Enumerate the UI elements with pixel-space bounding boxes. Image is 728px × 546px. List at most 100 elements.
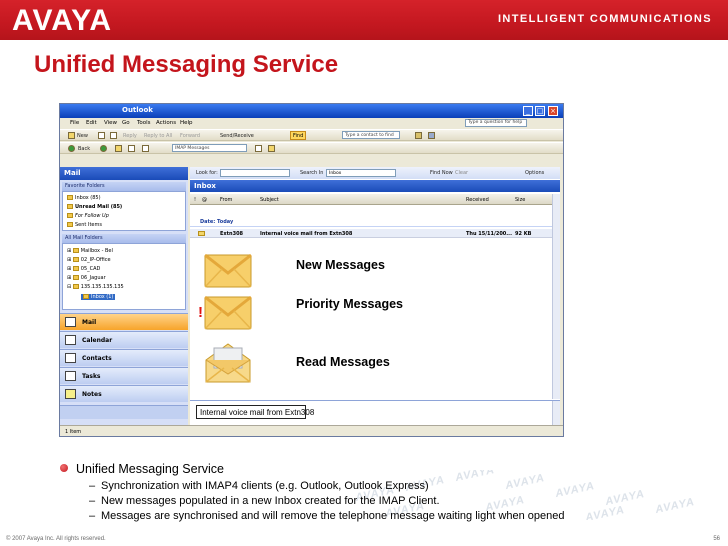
standard-toolbar: New Reply Reply to All Forward Send/Rece…: [60, 129, 563, 141]
folder-selector[interactable]: IMAP Messages: [172, 144, 247, 152]
refresh-icon[interactable]: [142, 145, 149, 152]
sub-bullet-1: – Synchronization with IMAP4 clients (e.g…: [89, 480, 429, 492]
folder-icon: [72, 284, 79, 289]
favorite-follow-up[interactable]: For Follow Up: [67, 213, 109, 219]
help-search-input[interactable]: Type a question for help: [465, 119, 527, 127]
reading-pane: Internal voice mail from Extn308: [190, 400, 560, 425]
sub-bullet-2: – New messages populated in a new Inbox c…: [89, 495, 440, 507]
stop-icon[interactable]: [128, 145, 135, 152]
menu-file[interactable]: File: [70, 120, 79, 126]
nav-mail-button[interactable]: Mail: [60, 313, 188, 330]
nav-calendar-button[interactable]: Calendar: [60, 331, 188, 348]
nav-notes-button[interactable]: Notes: [60, 385, 188, 402]
main-bullet: Unified Messaging Service: [60, 462, 224, 476]
folder-icon: [83, 294, 89, 299]
message-received: Thu 15/11/200...: [466, 231, 512, 237]
favorite-inbox[interactable]: Inbox (85): [67, 195, 101, 201]
inbox-header: Inbox: [190, 180, 560, 192]
group-header-today[interactable]: Date: Today: [190, 217, 560, 227]
favorite-unread-mail[interactable]: Unread Mail (85): [67, 204, 122, 210]
maximize-button[interactable]: □: [535, 106, 545, 116]
folder-icon: [67, 213, 73, 218]
view-icon[interactable]: [255, 145, 262, 152]
message-list-pane: Look for: Search In Inbox Find Now Clear…: [190, 167, 560, 425]
navigation-pane: Mail Favorite Folders Inbox (85) Unread …: [60, 167, 188, 425]
mail-icon: [65, 317, 76, 327]
folder-icon: [67, 195, 73, 200]
reply-all-button[interactable]: Reply to All: [144, 133, 172, 139]
help-icon[interactable]: [428, 132, 435, 139]
look-for-label: Look for:: [196, 170, 218, 176]
folder-ip-office[interactable]: ⊞ 02_IP-Office: [67, 257, 111, 263]
attachment-column-icon[interactable]: @: [202, 197, 207, 203]
folder-jaguar[interactable]: ⊞ 06_Jaguar: [67, 275, 106, 281]
status-bar: 1 Item: [60, 425, 563, 436]
new-message-envelope-icon: [204, 253, 252, 291]
window-titlebar: Outlook _ □ ×: [60, 104, 563, 118]
folder-icon: [72, 257, 79, 262]
slide-title: Unified Messaging Service: [34, 51, 339, 78]
back-button[interactable]: Back: [78, 146, 90, 152]
find-bar: Look for: Search In Inbox Find Now Clear…: [190, 167, 560, 179]
header-tagline: INTELLIGENT COMMUNICATIONS: [497, 13, 712, 25]
column-from[interactable]: From: [220, 197, 232, 203]
delete-icon[interactable]: [110, 132, 117, 139]
nav-tasks-button[interactable]: Tasks: [60, 367, 188, 384]
print-icon[interactable]: [98, 132, 105, 139]
nav-contacts-button[interactable]: Contacts: [60, 349, 188, 366]
column-size[interactable]: Size: [515, 197, 525, 203]
back-icon[interactable]: [68, 145, 75, 152]
menu-bar: File Edit View Go Tools Actions Help Typ…: [60, 118, 563, 129]
favorite-folders-label: Favorite Folders: [62, 182, 186, 191]
find-contact-input[interactable]: Type a contact to find: [342, 131, 400, 139]
search-in-select[interactable]: Inbox: [326, 169, 396, 177]
forward-nav-icon[interactable]: [100, 145, 107, 152]
menu-go[interactable]: Go: [122, 120, 130, 126]
folder-icon: [72, 248, 79, 253]
menu-tools[interactable]: Tools: [137, 120, 151, 126]
column-subject[interactable]: Subject: [260, 197, 279, 203]
read-message-envelope-icon: [204, 340, 252, 386]
forward-button[interactable]: Forward: [180, 133, 200, 139]
new-button[interactable]: New: [77, 133, 88, 139]
calendar-icon: [65, 335, 76, 345]
clear-button[interactable]: Clear: [455, 170, 468, 176]
find-now-button[interactable]: Find Now: [430, 170, 453, 176]
menu-help[interactable]: Help: [180, 120, 193, 126]
folder-imap-server[interactable]: ⊟ 135.135.135.135: [67, 284, 124, 290]
note-icon[interactable]: [268, 145, 275, 152]
folder-icon: [72, 266, 79, 271]
find-button[interactable]: Find: [290, 131, 307, 140]
options-button[interactable]: Options: [525, 170, 544, 176]
close-button[interactable]: ×: [548, 106, 558, 116]
minimize-button[interactable]: _: [523, 106, 533, 116]
send-receive-button[interactable]: Send/Receive: [220, 133, 254, 139]
menu-edit[interactable]: Edit: [86, 120, 97, 126]
folder-cad[interactable]: ⊞ 05_CAD: [67, 266, 100, 272]
message-subject: Internal voice mail from Extn308: [260, 231, 353, 237]
search-in-button[interactable]: Search In: [300, 170, 323, 176]
window-title: Outlook: [122, 106, 153, 114]
column-received[interactable]: Received: [466, 197, 489, 203]
message-row[interactable]: Extn308 Internal voice mail from Extn308…: [190, 229, 560, 238]
folder-imap-inbox[interactable]: Inbox (1): [81, 294, 116, 300]
folder-icon[interactable]: [115, 145, 122, 152]
importance-column-icon[interactable]: !: [194, 197, 196, 203]
favorite-sent-items[interactable]: Sent Items: [67, 222, 102, 228]
navigation-toolbar: Back IMAP Messages: [60, 142, 563, 154]
address-book-icon[interactable]: [415, 132, 422, 139]
preview-subject: Internal voice mail from Extn308: [196, 405, 314, 419]
header-banner: AVAYA INTELLIGENT COMMUNICATIONS: [0, 0, 728, 40]
nav-shortcuts-bar: [60, 405, 188, 419]
folder-mailbox[interactable]: ⊞ Mailbox - Bel: [67, 248, 113, 254]
menu-view[interactable]: View: [104, 120, 117, 126]
unread-envelope-icon: [198, 231, 205, 236]
reply-button[interactable]: Reply: [123, 133, 137, 139]
reading-pane-scrollbar[interactable]: [552, 401, 560, 425]
folder-icon: [72, 275, 79, 280]
look-for-input[interactable]: [220, 169, 290, 177]
new-messages-label: New Messages: [296, 258, 385, 272]
folder-icon: [67, 204, 73, 209]
menu-actions[interactable]: Actions: [156, 120, 176, 126]
message-list-scrollbar[interactable]: [552, 194, 560, 399]
